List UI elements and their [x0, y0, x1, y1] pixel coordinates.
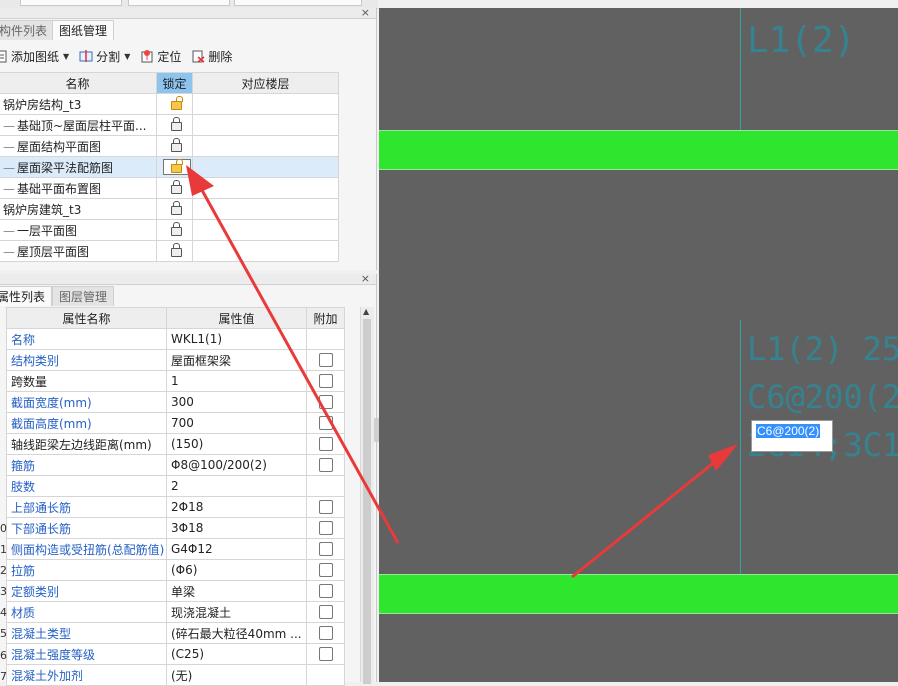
arrow-line: [571, 454, 723, 579]
annotation-arrows: [186, 165, 738, 579]
arrow-head: [186, 165, 214, 196]
arrow-head: [708, 444, 738, 471]
arrow-line: [196, 182, 400, 544]
